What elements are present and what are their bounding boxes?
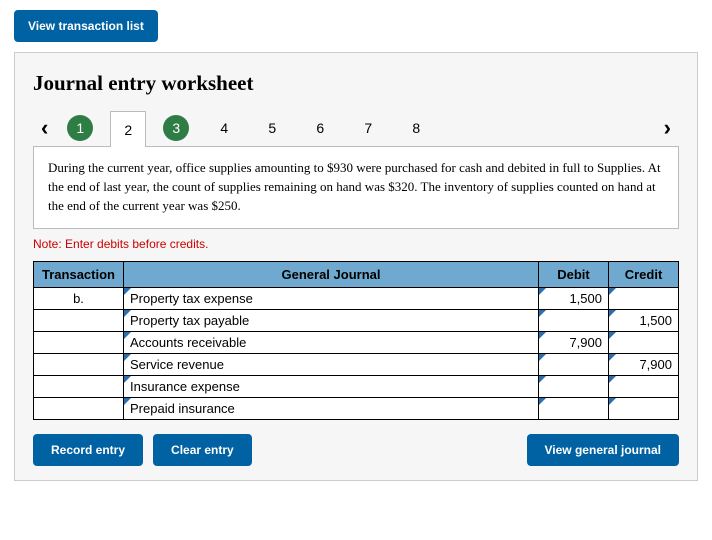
account-cell[interactable]: Insurance expense bbox=[124, 375, 539, 397]
tab-1[interactable]: 1 bbox=[67, 115, 93, 141]
tab-bar: ‹ 1 2 3 4 5 6 7 8 › bbox=[33, 110, 679, 146]
journal-table: Transaction General Journal Debit Credit… bbox=[33, 261, 679, 420]
credit-cell[interactable] bbox=[609, 375, 679, 397]
transaction-cell[interactable] bbox=[34, 353, 124, 375]
tab-4[interactable]: 4 bbox=[206, 110, 242, 146]
transaction-cell[interactable] bbox=[34, 397, 124, 419]
view-transaction-list-button[interactable]: View transaction list bbox=[14, 10, 158, 42]
credit-cell[interactable] bbox=[609, 331, 679, 353]
table-row: Service revenue 7,900 bbox=[34, 353, 679, 375]
header-journal: General Journal bbox=[124, 261, 539, 287]
debit-cell[interactable]: 7,900 bbox=[539, 331, 609, 353]
table-row: Insurance expense bbox=[34, 375, 679, 397]
header-transaction: Transaction bbox=[34, 261, 124, 287]
worksheet-panel: Journal entry worksheet ‹ 1 2 3 4 5 6 7 … bbox=[14, 52, 698, 481]
table-row: Prepaid insurance bbox=[34, 397, 679, 419]
account-cell[interactable]: Service revenue bbox=[124, 353, 539, 375]
credit-cell[interactable] bbox=[609, 397, 679, 419]
credit-cell[interactable]: 7,900 bbox=[609, 353, 679, 375]
account-cell[interactable]: Property tax payable bbox=[124, 309, 539, 331]
debit-cell[interactable] bbox=[539, 397, 609, 419]
table-row: b.Property tax expense1,500 bbox=[34, 287, 679, 309]
table-row: Property tax payable 1,500 bbox=[34, 309, 679, 331]
header-debit: Debit bbox=[539, 261, 609, 287]
account-cell[interactable]: Property tax expense bbox=[124, 287, 539, 309]
tab-2[interactable]: 2 bbox=[110, 111, 146, 147]
tab-8[interactable]: 8 bbox=[398, 110, 434, 146]
debit-cell[interactable] bbox=[539, 353, 609, 375]
account-cell[interactable]: Accounts receivable bbox=[124, 331, 539, 353]
tab-6[interactable]: 6 bbox=[302, 110, 338, 146]
header-credit: Credit bbox=[609, 261, 679, 287]
view-general-journal-button[interactable]: View general journal bbox=[527, 434, 679, 466]
account-cell[interactable]: Prepaid insurance bbox=[124, 397, 539, 419]
spacer bbox=[262, 434, 517, 466]
debit-cell[interactable]: 1,500 bbox=[539, 287, 609, 309]
clear-entry-button[interactable]: Clear entry bbox=[153, 434, 252, 466]
chevron-left-icon[interactable]: ‹ bbox=[33, 115, 56, 141]
transaction-cell[interactable] bbox=[34, 375, 124, 397]
action-bar: Record entry Clear entry View general jo… bbox=[33, 434, 679, 466]
transaction-cell[interactable] bbox=[34, 309, 124, 331]
debit-cell[interactable] bbox=[539, 309, 609, 331]
tab-3[interactable]: 3 bbox=[163, 115, 189, 141]
record-entry-button[interactable]: Record entry bbox=[33, 434, 143, 466]
tab-7[interactable]: 7 bbox=[350, 110, 386, 146]
tab-5[interactable]: 5 bbox=[254, 110, 290, 146]
transaction-description: During the current year, office supplies… bbox=[33, 146, 679, 229]
credit-cell[interactable]: 1,500 bbox=[609, 309, 679, 331]
table-row: Accounts receivable7,900 bbox=[34, 331, 679, 353]
page-title: Journal entry worksheet bbox=[33, 71, 679, 96]
chevron-right-icon[interactable]: › bbox=[656, 115, 679, 141]
transaction-cell[interactable] bbox=[34, 331, 124, 353]
transaction-cell[interactable]: b. bbox=[34, 287, 124, 309]
credit-cell[interactable] bbox=[609, 287, 679, 309]
debit-cell[interactable] bbox=[539, 375, 609, 397]
note-text: Note: Enter debits before credits. bbox=[33, 237, 679, 251]
